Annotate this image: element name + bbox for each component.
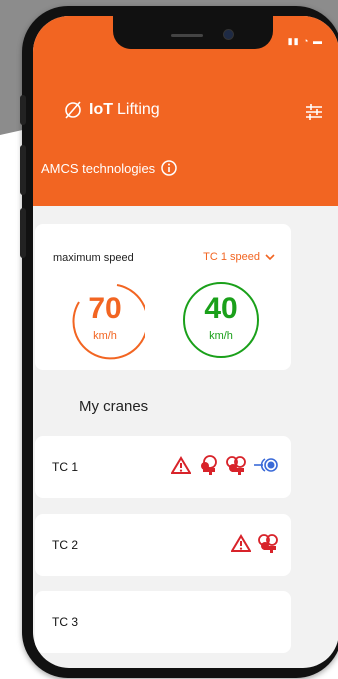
current-speed-value: 40: [204, 292, 238, 325]
crane-name: TC 3: [52, 615, 79, 629]
crane-name: TC 1: [52, 460, 79, 474]
selected-crane-speed: TC 1 speed: [203, 251, 260, 263]
phone-side-button: [20, 95, 26, 125]
my-cranes-title: My cranes: [79, 398, 149, 415]
info-icon[interactable]: [161, 160, 177, 176]
crane-card[interactable]: TC 3: [35, 591, 291, 653]
phone-side-button: [20, 208, 26, 258]
connection-icon: [254, 458, 278, 472]
speed-label: maximum speed: [53, 252, 134, 264]
current-speed-unit: km/h: [209, 330, 233, 342]
crane-name: TC 2: [52, 538, 79, 552]
current-speed-gauge: 40 km/h: [181, 280, 261, 360]
camera: [223, 29, 234, 40]
signal-icon: ▮▮: [287, 36, 300, 46]
warning-icon: [171, 456, 191, 474]
crane-card[interactable]: TC 1: [35, 436, 291, 498]
logo-icon: [65, 101, 81, 119]
phone-side-button: [20, 145, 26, 195]
battery-icon: ▬: [313, 36, 323, 46]
app-screen: ▮▮ ◔ ▬ IoT Lifting AMCS technologies max…: [33, 16, 338, 668]
inspection-key-icon: [226, 456, 246, 475]
speed-card: maximum speed TC 1 speed 70 km/h 40 km/h: [35, 224, 291, 370]
company-name: AMCS technologies: [41, 160, 156, 176]
max-speed-gauge: 70 km/h: [65, 280, 149, 360]
app-logo: IoT Lifting: [63, 100, 160, 120]
chevron-down-icon: [265, 254, 275, 261]
crane-status-icons: [171, 454, 279, 476]
max-speed-unit: km/h: [93, 330, 117, 342]
overload-key-icon: [201, 455, 217, 475]
notch: [113, 16, 273, 49]
max-speed-value: 70: [88, 292, 122, 325]
crane-speed-select[interactable]: TC 1 speed: [203, 251, 275, 263]
brand-subtitle: Lifting: [117, 101, 160, 118]
status-icons: ▮▮ ◔ ▬: [288, 36, 323, 47]
crane-card[interactable]: TC 2: [35, 514, 291, 576]
wifi-icon: ◔: [303, 36, 310, 46]
app-header: ▮▮ ◔ ▬ IoT Lifting AMCS technologies: [33, 16, 338, 206]
speaker: [171, 34, 203, 37]
warning-icon: [231, 534, 251, 552]
crane-status-icons: [231, 532, 279, 554]
inspection-key-icon: [258, 534, 278, 553]
company-row[interactable]: AMCS technologies: [41, 160, 177, 176]
brand-name: IoT: [89, 101, 113, 118]
filter-settings-icon[interactable]: [303, 102, 325, 122]
